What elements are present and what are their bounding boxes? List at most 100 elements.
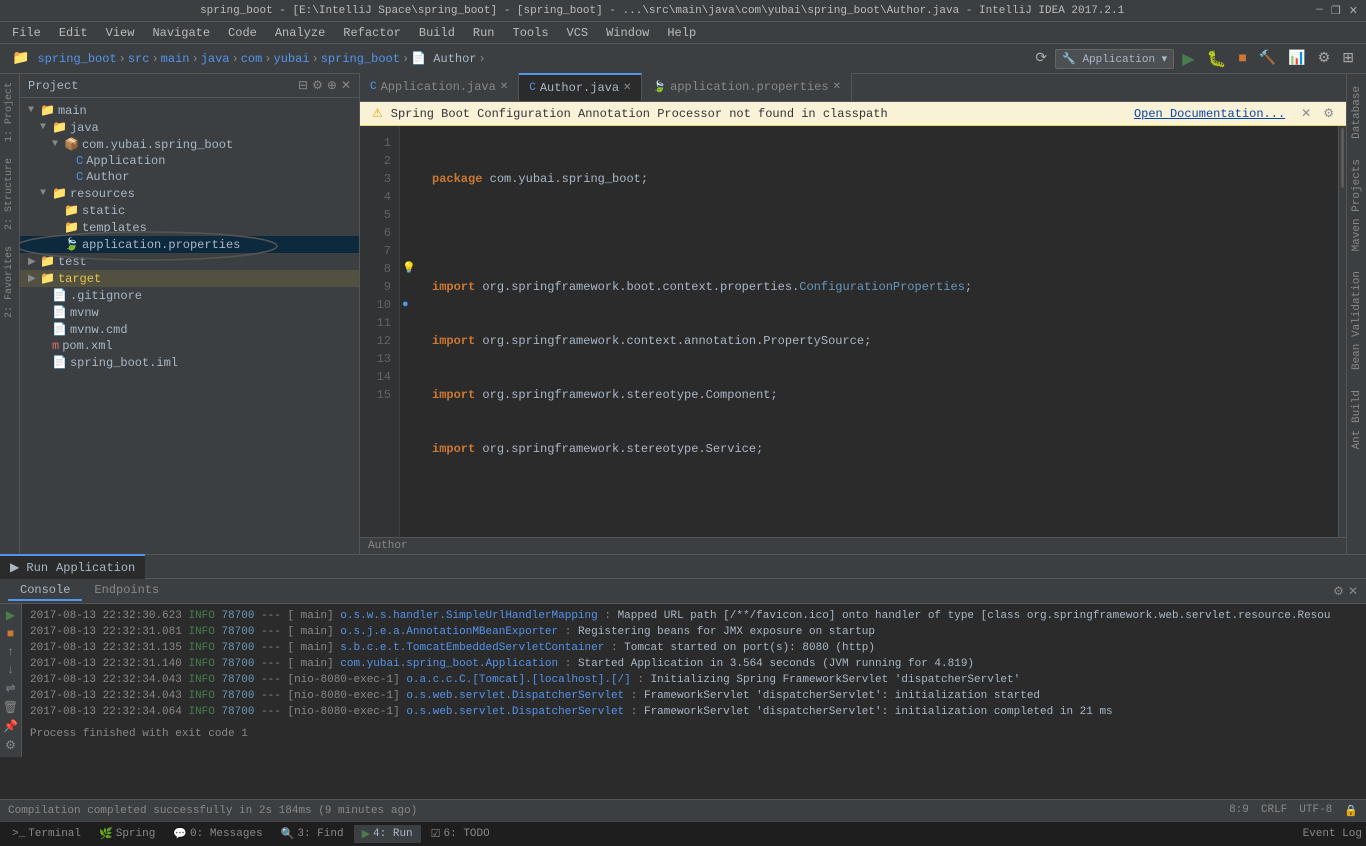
tree-iml[interactable]: 📄 spring_boot.iml — [20, 354, 359, 371]
minimize-button[interactable]: — — [1316, 4, 1323, 18]
tree-gitignore[interactable]: 📄 .gitignore — [20, 287, 359, 304]
event-log-link[interactable]: Event Log — [1303, 828, 1362, 840]
run-wrap-button[interactable]: ⇌ — [5, 681, 15, 696]
run-pin-button[interactable]: 📌 — [3, 719, 18, 734]
config-dropdown[interactable]: 🔧 Application ▾ — [1055, 49, 1174, 69]
debug-button[interactable]: 🐛 — [1203, 47, 1231, 71]
tree-test[interactable]: ▶ 📁 test — [20, 253, 359, 270]
run-play-button[interactable]: ▶ — [6, 608, 15, 623]
maximize-button[interactable]: ❐ — [1331, 4, 1341, 18]
run-tab-endpoints[interactable]: Endpoints — [82, 581, 171, 601]
status-linesep[interactable]: CRLF — [1261, 804, 1287, 818]
run-tab-console[interactable]: Console — [8, 581, 82, 601]
tree-mvnwcmd[interactable]: 📄 mvnw.cmd — [20, 321, 359, 338]
run-scroll-up[interactable]: ↑ — [7, 645, 14, 659]
taskbar-run[interactable]: ▶ 4: Run — [354, 825, 421, 843]
run-settings-side[interactable]: ⚙ — [5, 738, 16, 753]
open-docs-link[interactable]: Open Documentation... — [1134, 107, 1285, 121]
code-content[interactable]: package com.yubai.spring_boot; import or… — [420, 126, 1338, 537]
tab-appprops[interactable]: 🍃 application.properties ✕ — [642, 73, 852, 101]
coverage-button[interactable]: 📊 — [1284, 48, 1309, 69]
menu-analyze[interactable]: Analyze — [267, 24, 333, 42]
gutter-8[interactable]: 💡 — [402, 260, 418, 278]
menu-build[interactable]: Build — [411, 24, 463, 42]
tree-pomxml[interactable]: m pom.xml — [20, 338, 359, 354]
breadcrumb-yubai[interactable]: yubai — [274, 52, 310, 66]
breadcrumb-java[interactable]: java — [201, 52, 230, 66]
bean-validation-tab[interactable]: Bean Validation — [1349, 263, 1365, 378]
menu-refactor[interactable]: Refactor — [335, 24, 409, 42]
breadcrumb-springboot[interactable]: spring_boot — [37, 52, 116, 66]
tab-close-application[interactable]: ✕ — [500, 81, 508, 93]
ant-build-tab[interactable]: Ant Build — [1349, 382, 1365, 457]
breadcrumb-springboot2[interactable]: spring_boot — [321, 52, 400, 66]
menu-file[interactable]: File — [4, 24, 49, 42]
taskbar-terminal[interactable]: >_ Terminal — [4, 825, 89, 843]
taskbar-messages[interactable]: 💬 0: Messages — [165, 825, 270, 843]
log-line-5: 2017-08-13 22:32:34.043 INFO 78700 --- [… — [30, 672, 1358, 688]
favorites-side-tab[interactable]: 2: Favorites — [2, 242, 17, 322]
menu-navigate[interactable]: Navigate — [144, 24, 218, 42]
breadcrumb-src[interactable]: src — [128, 52, 150, 66]
breadcrumb-main[interactable]: main — [161, 52, 190, 66]
taskbar-find[interactable]: 🔍 3: Find — [273, 825, 352, 843]
run-clear-button[interactable]: 🗑 — [3, 700, 18, 715]
tree-mvnw[interactable]: 📄 mvnw — [20, 304, 359, 321]
settings-icon[interactable]: ⚙ — [1314, 48, 1335, 69]
stop-button[interactable]: ■ — [1234, 49, 1250, 69]
vertical-scrollbar[interactable] — [1338, 126, 1346, 537]
run-stop-side-button[interactable]: ■ — [7, 627, 14, 641]
build-button[interactable]: 🔨 — [1255, 48, 1280, 69]
menu-edit[interactable]: Edit — [51, 24, 96, 42]
gutter-13 — [402, 350, 418, 368]
tree-pkg[interactable]: ▼ 📦 com.yubai.spring_boot — [20, 136, 359, 153]
tab-author[interactable]: C Author.java ✕ — [519, 73, 642, 101]
breadcrumb-com[interactable]: com — [241, 52, 263, 66]
tree-application[interactable]: C Application — [20, 153, 359, 169]
menu-view[interactable]: View — [98, 24, 143, 42]
tree-static[interactable]: 📁 static — [20, 202, 359, 219]
title-text: spring_boot - [E:\IntelliJ Space\spring_… — [8, 5, 1316, 17]
gutter-10[interactable]: ● — [402, 296, 418, 314]
close-panel-button[interactable]: ✕ — [341, 78, 351, 93]
maven-tab[interactable]: Maven Projects — [1349, 151, 1365, 259]
expand-panel-button[interactable]: ⊕ — [327, 78, 337, 93]
status-encoding[interactable]: UTF-8 — [1299, 804, 1332, 818]
warning-settings-icon[interactable]: ⚙ — [1323, 106, 1334, 121]
tree-resources[interactable]: ▼ 📁 resources — [20, 185, 359, 202]
layout-icon[interactable]: ⊞ — [1338, 48, 1358, 69]
warning-close-icon[interactable]: ✕ — [1301, 106, 1311, 121]
breadcrumb-author[interactable]: 📄 Author — [411, 51, 476, 66]
close-button[interactable]: ✕ — [1349, 4, 1358, 18]
taskbar-todo[interactable]: ☑ 6: TODO — [423, 825, 498, 843]
run-scroll-down[interactable]: ↓ — [7, 663, 14, 677]
structure-side-tab[interactable]: 2: Structure — [2, 154, 17, 234]
taskbar-spring[interactable]: 🌿 Spring — [91, 825, 163, 843]
run-settings-button[interactable]: ⚙ — [1333, 584, 1344, 599]
menu-window[interactable]: Window — [598, 24, 657, 42]
project-side-tab[interactable]: 1: Project — [2, 78, 17, 146]
update-icon[interactable]: ⟳ — [1031, 48, 1051, 69]
run-close-button[interactable]: ✕ — [1348, 584, 1358, 599]
menu-code[interactable]: Code — [220, 24, 265, 42]
collapse-all-button[interactable]: ⊟ — [298, 78, 308, 93]
tab-close-author[interactable]: ✕ — [623, 82, 631, 94]
status-position[interactable]: 8:9 — [1229, 804, 1249, 818]
menu-run[interactable]: Run — [465, 24, 503, 42]
run-panel-header[interactable]: ▶ Run Application — [0, 554, 145, 579]
tree-templates[interactable]: 📁 templates — [20, 219, 359, 236]
database-tab[interactable]: Database — [1349, 78, 1365, 147]
settings-panel-button[interactable]: ⚙ — [312, 78, 323, 93]
menu-help[interactable]: Help — [659, 24, 704, 42]
scrollbar-thumb[interactable] — [1341, 128, 1344, 188]
tree-java[interactable]: ▼ 📁 java — [20, 119, 359, 136]
tree-target[interactable]: ▶ 📁 target — [20, 270, 359, 287]
menu-tools[interactable]: Tools — [505, 24, 557, 42]
tab-application[interactable]: C Application.java ✕ — [360, 73, 519, 101]
run-button[interactable]: ▶ — [1178, 47, 1198, 71]
tab-close-appprops[interactable]: ✕ — [833, 81, 841, 93]
tree-appprops[interactable]: 🍃 application.properties — [20, 236, 359, 253]
tree-author[interactable]: C Author — [20, 169, 359, 185]
menu-vcs[interactable]: VCS — [559, 24, 597, 42]
tree-main[interactable]: ▼ 📁 main — [20, 102, 359, 119]
